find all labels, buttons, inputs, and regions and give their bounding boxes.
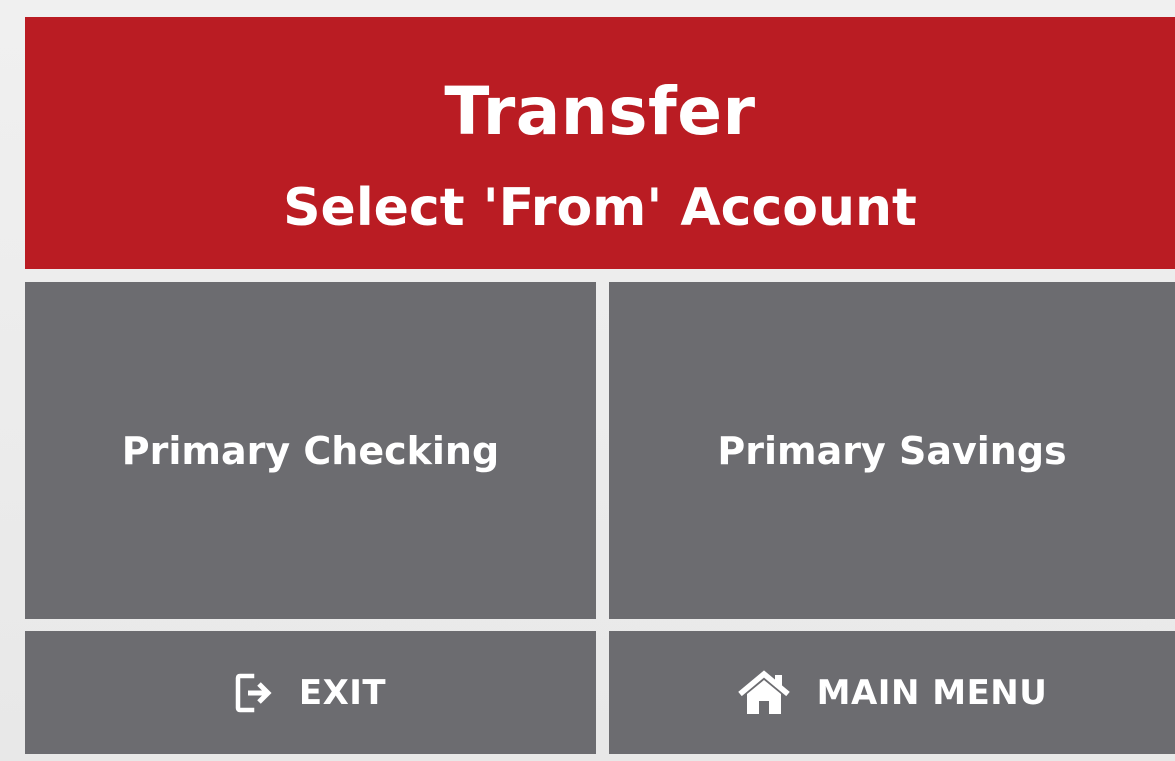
primary-checking-button[interactable]: Primary Checking — [25, 282, 596, 619]
home-icon — [737, 669, 791, 716]
page-title: Transfer — [444, 73, 756, 150]
primary-checking-label: Primary Checking — [121, 428, 500, 473]
primary-savings-button[interactable]: Primary Savings — [609, 282, 1175, 619]
exit-icon — [235, 672, 273, 714]
page-subtitle: Select 'From' Account — [283, 178, 917, 238]
main-menu-button[interactable]: MAIN MENU — [609, 631, 1175, 754]
primary-savings-label: Primary Savings — [717, 428, 1067, 473]
exit-label: EXIT — [298, 672, 387, 713]
main-menu-label: MAIN MENU — [816, 672, 1048, 713]
exit-button[interactable]: EXIT — [25, 631, 596, 754]
header-banner: Transfer Select 'From' Account — [25, 17, 1175, 269]
atm-screen: Transfer Select 'From' Account Primary C… — [0, 0, 1175, 761]
